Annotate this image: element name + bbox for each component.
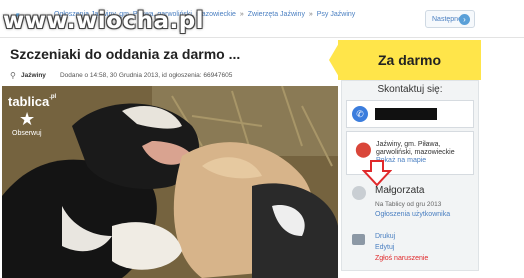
listing-page: ❮ Ogłoszenia Jaźwiny, gm. Piława, garwol… bbox=[0, 0, 524, 278]
listing-photo[interactable]: tablica.pl ★ Obserwuj bbox=[2, 86, 338, 278]
report-link[interactable]: Zgłoś naruszenie bbox=[375, 255, 428, 262]
contact-heading: Skontaktuj się: bbox=[377, 84, 443, 95]
breadcrumb-item[interactable]: Psy Jaźwiny bbox=[317, 11, 356, 18]
location-pin-icon: ⚲ bbox=[10, 71, 16, 80]
listing-meta: ⚲ Jaźwiny Dodane o 14:58, 30 Grudnia 201… bbox=[10, 71, 232, 80]
next-label: Następne bbox=[432, 16, 462, 23]
address-line-1: Jaźwiny, gm. Piława, bbox=[376, 141, 441, 148]
listing-title: Szczeniaki do oddania za darmo ... bbox=[10, 46, 241, 62]
breadcrumb-item[interactable]: Zwierzęta Jaźwiny bbox=[248, 11, 305, 18]
map-pin-icon: ⬤ bbox=[355, 141, 372, 158]
tablica-logo: tablica.pl bbox=[8, 94, 57, 109]
user-name: Małgorzata bbox=[375, 185, 425, 196]
edit-link[interactable]: Edytuj bbox=[375, 244, 394, 251]
chevron-right-icon: › bbox=[459, 14, 470, 25]
phone-number-redacted bbox=[375, 108, 437, 120]
print-link[interactable]: Drukuj bbox=[375, 233, 395, 240]
red-arrow-down-icon bbox=[362, 160, 392, 186]
user-icon bbox=[352, 186, 366, 200]
panel-bottom-box bbox=[341, 270, 479, 278]
price-label: Za darmo bbox=[377, 52, 441, 68]
phone-icon: ✆ bbox=[352, 106, 368, 122]
star-icon[interactable]: ★ bbox=[19, 110, 35, 128]
print-icon bbox=[352, 234, 365, 245]
address-line-2: garwoliński, mazowieckie bbox=[376, 149, 455, 156]
listing-location: Jaźwiny bbox=[21, 72, 46, 79]
puppies-image bbox=[2, 86, 338, 278]
listing-date-id: Dodane o 14:58, 30 Grudnia 2013, id ogło… bbox=[59, 72, 233, 79]
observe-label[interactable]: Obserwuj bbox=[12, 130, 42, 137]
watermark: www.wiocha.pl bbox=[3, 8, 205, 34]
member-since: Na Tablicy od gru 2013 bbox=[375, 201, 442, 208]
user-ads-link[interactable]: Ogłoszenia użytkownika bbox=[375, 211, 450, 218]
next-listing-button[interactable]: Następne › bbox=[425, 10, 475, 28]
